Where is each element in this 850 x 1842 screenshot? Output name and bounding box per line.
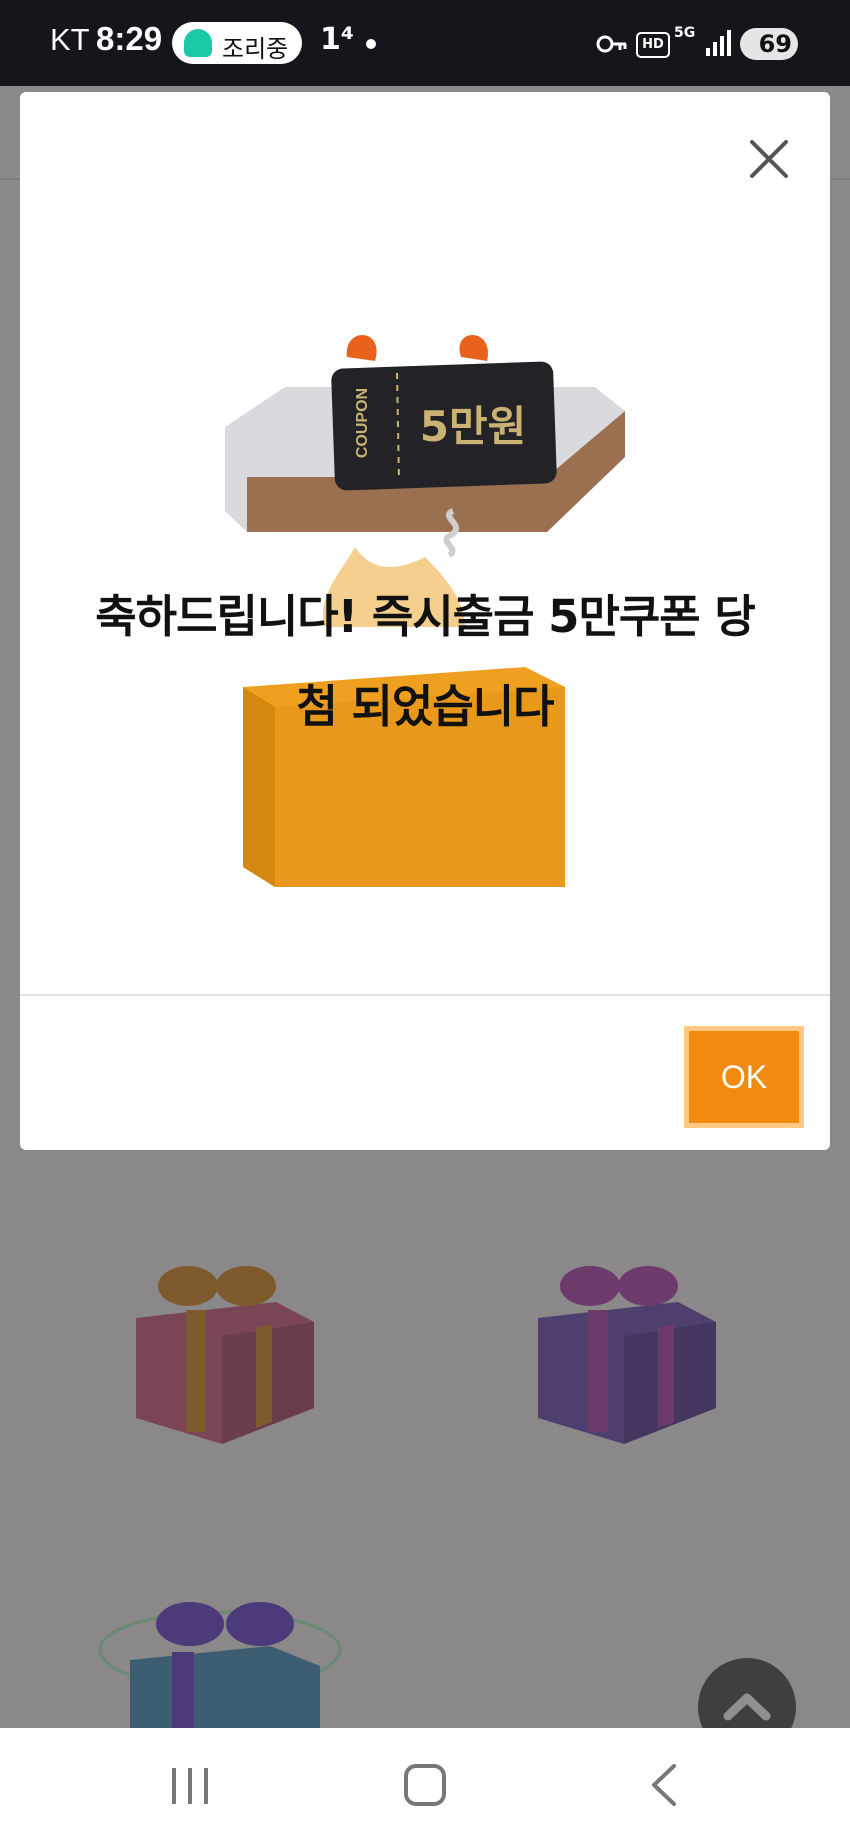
recent-apps-icon[interactable]: [168, 1766, 212, 1806]
coupon-modal: COUPON 5만원 축하드립니다! 즉시출금 5만쿠폰 당 첨 되었습니다 O…: [20, 92, 830, 1150]
status-bar: KT 8:29 조리중 1⁴ HD 5G 69: [0, 0, 850, 86]
notification-count: 1⁴: [320, 22, 355, 57]
pill-label: 조리중: [222, 35, 289, 63]
close-icon[interactable]: [744, 134, 794, 184]
notification-dot: [366, 39, 376, 49]
signal-icon: [706, 30, 731, 56]
message-line-2: 첨 되었습니다: [296, 680, 554, 733]
system-nav-bar: [0, 1728, 850, 1842]
carrier-label: KT: [50, 22, 90, 57]
ok-button[interactable]: OK: [684, 1026, 804, 1128]
coupon-value: 5만원: [420, 402, 527, 451]
message-line-1: 축하드립니다! 즉시출금 5만쿠폰 당: [95, 590, 755, 643]
network-5g-icon: 5G: [674, 25, 696, 41]
battery-indicator: 69: [740, 28, 798, 60]
hd-icon: HD: [636, 32, 670, 58]
back-icon[interactable]: [646, 1762, 682, 1808]
cooking-status-pill[interactable]: 조리중: [172, 22, 302, 64]
gift-box-purple-icon[interactable]: [528, 1258, 724, 1448]
home-icon[interactable]: [404, 1764, 446, 1806]
coupon-label: COUPON: [354, 388, 371, 458]
prize-message: 축하드립니다! 즉시출금 5만쿠폰 당 첨 되었습니다: [20, 572, 830, 752]
modal-divider: [20, 994, 830, 996]
coupon-ticket: COUPON 5만원: [331, 361, 557, 491]
clock: 8:29: [96, 20, 163, 57]
gift-box-red-icon[interactable]: [126, 1258, 322, 1448]
key-icon: [596, 35, 627, 53]
cooker-icon: [184, 29, 212, 57]
